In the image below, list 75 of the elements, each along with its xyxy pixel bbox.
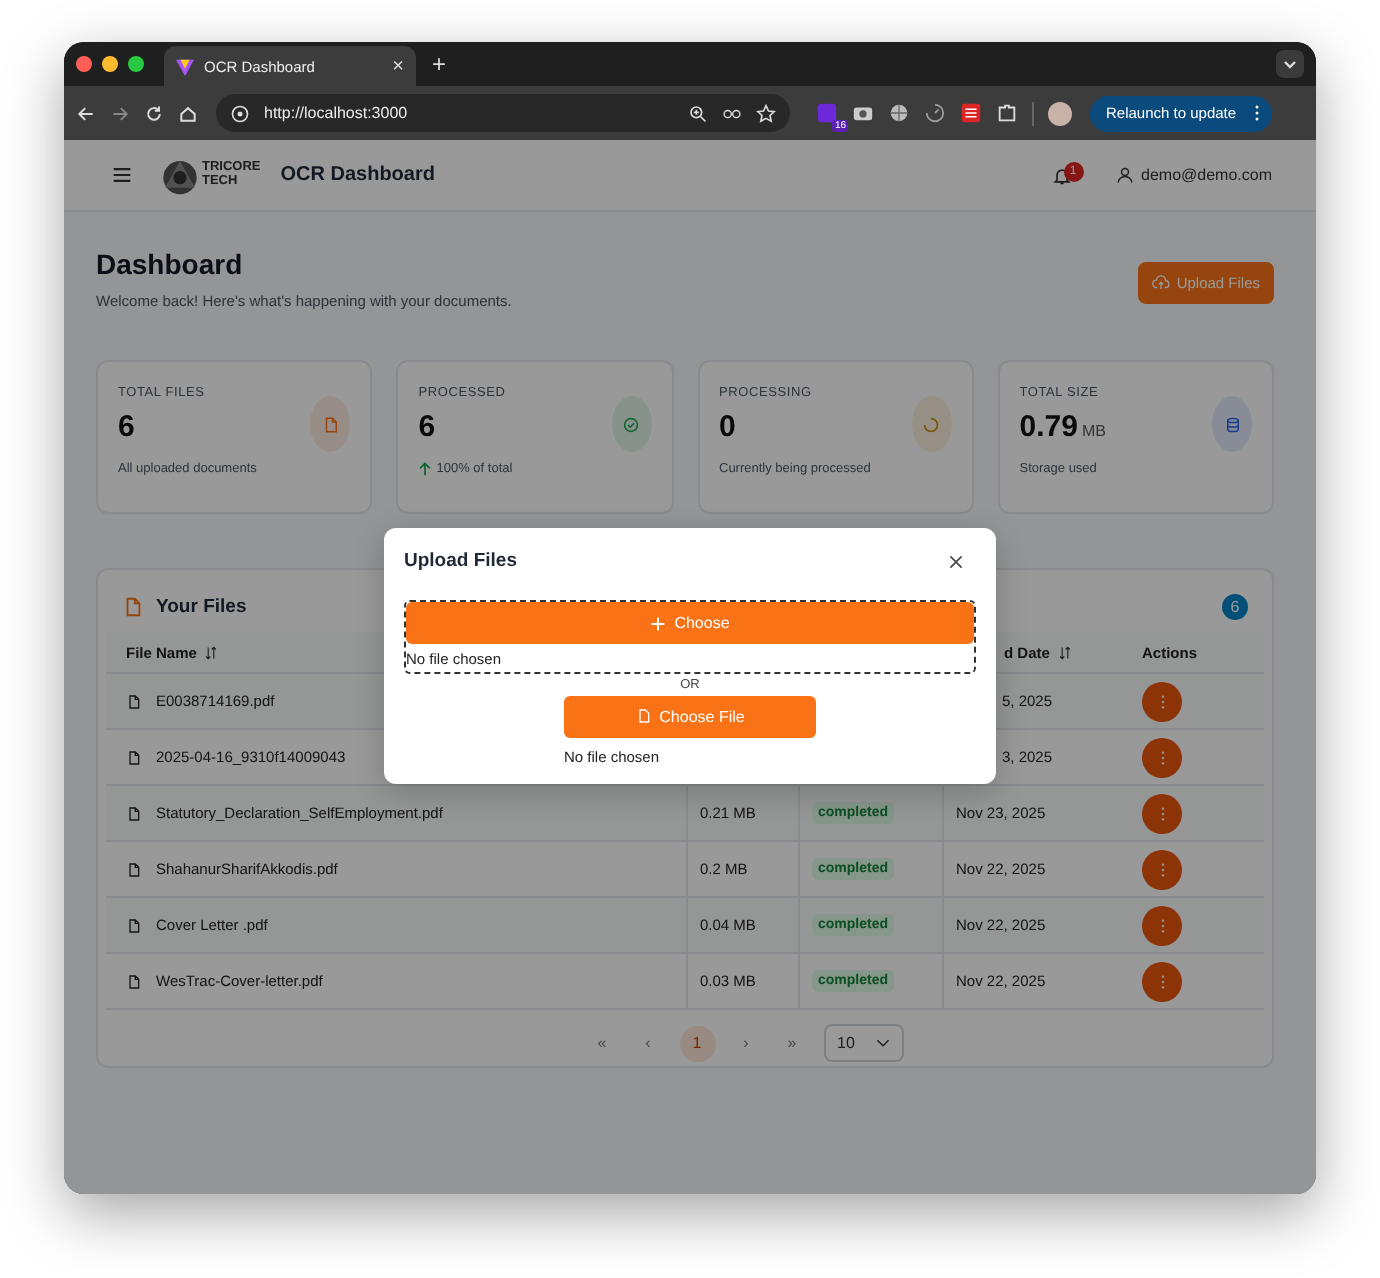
document-icon: [126, 861, 142, 877]
file-icon: [635, 708, 652, 724]
row-actions-button[interactable]: [1142, 905, 1182, 945]
zoom-icon[interactable]: [688, 103, 708, 123]
first-page-button[interactable]: «: [587, 1034, 617, 1052]
more-vertical-icon: [1159, 861, 1165, 877]
puzzle-icon[interactable]: [996, 102, 1018, 124]
file-count-badge: 6: [1222, 594, 1248, 620]
check-circle-icon: [622, 415, 640, 433]
file-icon: [122, 596, 144, 618]
minimize-window-button[interactable]: [102, 56, 118, 72]
close-window-button[interactable]: [76, 56, 92, 72]
document-icon: [126, 973, 142, 989]
row-actions-button[interactable]: [1142, 961, 1182, 1001]
maximize-window-button[interactable]: [128, 56, 144, 72]
globe-icon[interactable]: [888, 102, 910, 124]
next-page-button[interactable]: ›: [731, 1034, 761, 1052]
url-text: http://localhost:3000: [264, 104, 408, 122]
stat-value: 0.79: [1019, 410, 1078, 444]
close-icon[interactable]: [948, 553, 964, 569]
forward-button[interactable]: [110, 103, 130, 123]
page-number-button[interactable]: 1: [679, 1025, 715, 1061]
menu-icon[interactable]: [112, 166, 132, 184]
document-icon: [126, 805, 142, 821]
document-icon: [126, 693, 142, 709]
row-actions-button[interactable]: [1142, 681, 1182, 721]
previous-page-button[interactable]: ‹: [633, 1034, 663, 1052]
page-title: Dashboard: [96, 248, 245, 280]
address-bar[interactable]: http://localhost:3000: [216, 94, 790, 132]
gauge-icon[interactable]: [924, 102, 946, 124]
new-tab-button[interactable]: +: [432, 50, 447, 78]
row-actions-button[interactable]: [1142, 737, 1182, 777]
row-actions-button[interactable]: [1142, 849, 1182, 889]
profile-avatar[interactable]: [1048, 101, 1072, 125]
document-icon: [126, 749, 142, 765]
dialog-title: Upload Files: [404, 550, 517, 572]
back-button[interactable]: [76, 103, 96, 123]
stat-value: 6: [418, 410, 436, 444]
more-vertical-icon: [1159, 805, 1165, 821]
more-menu-icon[interactable]: [1254, 104, 1261, 122]
file-icon: [321, 415, 340, 433]
page-size-select[interactable]: 10: [823, 1024, 903, 1062]
cloud-upload-icon: [1152, 274, 1171, 292]
stat-value: 0: [719, 410, 736, 444]
more-vertical-icon: [1159, 973, 1165, 989]
app-title: OCR Dashboard: [280, 164, 435, 186]
tab-close-button[interactable]: ×: [392, 55, 404, 77]
stat-unit: MB: [1081, 422, 1106, 440]
plus-icon: [650, 615, 667, 631]
bookmark-star-icon[interactable]: [756, 103, 776, 123]
sort-icon[interactable]: [1057, 645, 1072, 659]
reload-button[interactable]: [144, 103, 164, 123]
more-vertical-icon: [1159, 693, 1165, 709]
camera-icon[interactable]: [852, 102, 874, 124]
tri-circle-logo-icon: [160, 155, 200, 195]
tab-search-button[interactable]: [1276, 50, 1304, 78]
document-icon: [126, 917, 142, 933]
more-vertical-icon: [1159, 917, 1165, 933]
site-info-icon: [230, 103, 250, 123]
caret-icon: [875, 1038, 889, 1048]
user-icon: [1115, 166, 1134, 184]
last-page-button[interactable]: »: [777, 1034, 807, 1052]
home-button[interactable]: [178, 103, 198, 123]
spinner-icon: [922, 415, 941, 433]
more-vertical-icon: [1159, 749, 1165, 765]
stack-icon[interactable]: [960, 102, 982, 124]
notification-bell-icon[interactable]: [1051, 165, 1072, 185]
files-title: Your Files: [156, 596, 247, 618]
user-email[interactable]: demo@demo.com: [1141, 166, 1272, 184]
sort-icon[interactable]: [204, 645, 219, 659]
database-icon: [1223, 415, 1241, 433]
stat-value: 6: [118, 410, 135, 444]
triangle-logo-icon: [176, 57, 194, 75]
row-actions-button[interactable]: [1142, 793, 1182, 833]
arrow-up-icon: [418, 462, 433, 476]
